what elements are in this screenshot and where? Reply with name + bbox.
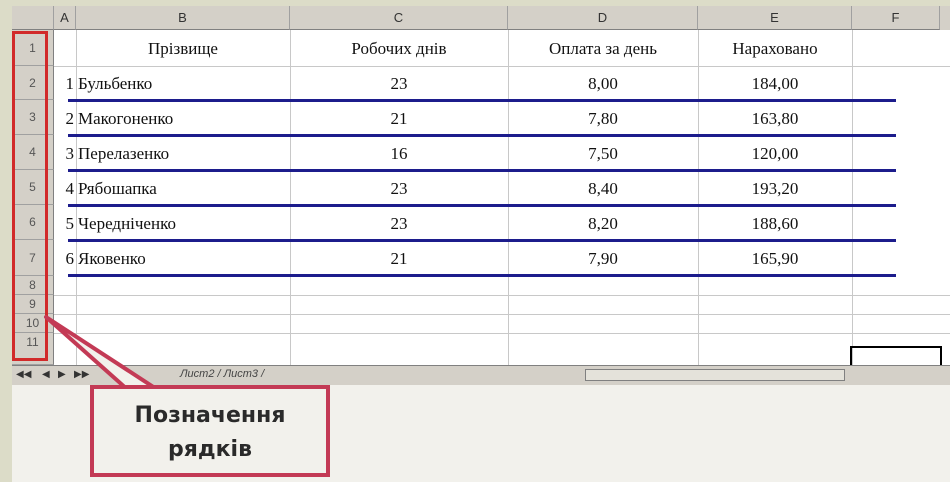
callout-label: Позначення рядків [90, 385, 330, 477]
callout-line-2: рядків [167, 437, 253, 462]
callout-line-1: Позначення [134, 403, 286, 428]
